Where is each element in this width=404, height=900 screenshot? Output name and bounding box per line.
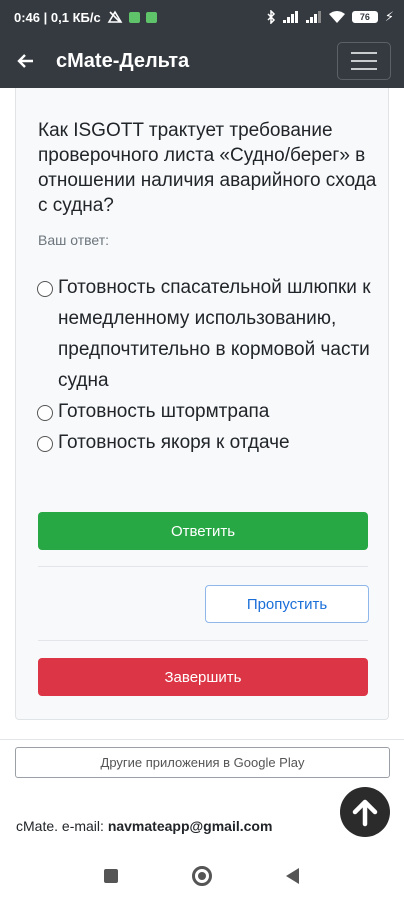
menu-button[interactable] [337, 42, 391, 80]
answer-option-label: Готовность спасательной шлюпки к немедле… [58, 277, 371, 391]
contact-email[interactable]: navmateapp@gmail.com [108, 818, 273, 834]
question-text: Как ISGOTT трактует требование проверочн… [38, 120, 377, 216]
answer-options: Готовность спасательной шлюпки к немедле… [37, 272, 382, 458]
answer-option[interactable]: Готовность спасательной шлюпки к немедле… [37, 272, 382, 396]
status-time: 0:46 | 0,1 КБ/с [14, 9, 101, 25]
answer-option-label: Готовность штормтрапа [58, 401, 270, 422]
radio-button[interactable] [37, 281, 53, 297]
scroll-top-button[interactable] [340, 787, 390, 837]
wifi-icon [328, 11, 345, 23]
battery-icon: 76 [351, 11, 378, 23]
back-button[interactable] [0, 34, 50, 88]
bluetooth-icon [267, 10, 275, 24]
app-title: cMate-Дельта [56, 49, 190, 72]
app-notification-icon [128, 11, 140, 23]
finish-button[interactable]: Завершить [38, 658, 368, 696]
home-icon[interactable] [192, 866, 212, 886]
skip-button[interactable]: Пропустить [205, 585, 369, 623]
hamburger-menu-icon [351, 52, 377, 54]
status-bar: 0:46 | 0,1 КБ/с 76 ⚡ [0, 0, 404, 34]
answer-option[interactable]: Готовность якоря к отдаче [37, 427, 382, 458]
back-triangle-icon[interactable] [286, 868, 299, 884]
radio-button[interactable] [37, 405, 53, 421]
divider [0, 739, 404, 740]
system-nav-bar [0, 850, 404, 900]
your-answer-label: Ваш ответ: [38, 232, 110, 248]
charging-icon: ⚡ [384, 9, 394, 24]
status-right: 76 ⚡ [266, 9, 394, 25]
app-bar: cMate-Дельта [0, 34, 404, 88]
app-notification-icon [145, 11, 157, 23]
contact-prefix: cMate. e-mail: [16, 818, 108, 834]
answer-option-label: Готовность якоря к отдаче [58, 432, 290, 453]
divider [38, 566, 368, 567]
contact-info: cMate. e-mail: navmateapp@gmail.com [16, 818, 272, 834]
google-play-button[interactable]: Другие приложения в Google Play [15, 747, 390, 778]
arrow-left-icon [17, 54, 33, 68]
answer-button[interactable]: Ответить [38, 512, 368, 550]
divider [38, 640, 368, 641]
radio-button[interactable] [37, 436, 53, 452]
signal-icon [305, 11, 321, 23]
quiz-card: Как ISGOTT трактует требование проверочн… [15, 88, 389, 720]
arrow-up-icon [352, 799, 378, 827]
no-data-icon [107, 10, 123, 23]
recent-apps-icon[interactable] [104, 869, 118, 883]
status-left: 0:46 | 0,1 КБ/с [14, 10, 157, 25]
signal-icon [282, 11, 298, 23]
answer-option[interactable]: Готовность штормтрапа [37, 396, 382, 427]
